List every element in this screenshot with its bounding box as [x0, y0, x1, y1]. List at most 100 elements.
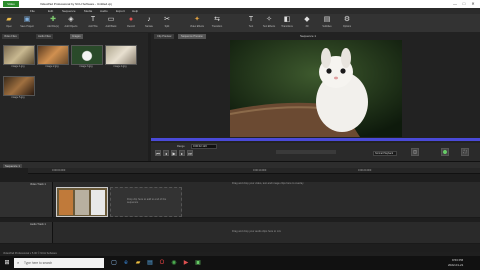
media-icon[interactable]: ▶ [182, 259, 190, 267]
timeline-scrub-bar[interactable] [151, 138, 480, 141]
text-icon: T [248, 16, 254, 23]
tab-clip-preview[interactable]: Clip Preview [154, 34, 175, 39]
tab-images[interactable]: Images [70, 34, 83, 39]
snapshot-button[interactable]: ⬤ [441, 148, 449, 156]
thumbnail-caption: image 4.jpg [113, 65, 127, 68]
add-objects-icon: ◈ [68, 16, 74, 23]
step-back-icon: ◂ [164, 151, 167, 156]
menu-file[interactable]: File [30, 9, 35, 13]
edge-icon[interactable]: e [122, 259, 130, 267]
thumbnail-caption: image 5.jpg [11, 96, 25, 99]
taskbar-search[interactable]: ⌕ Type here to search [14, 258, 104, 268]
maximize-button[interactable]: □ [461, 1, 467, 7]
transition-icon: ⇆ [214, 16, 220, 23]
add-title-button[interactable]: T Add Title [86, 15, 100, 32]
timeline-ruler[interactable]: 0:00:00.000 0:00:10.000 0:00:20.000 [28, 168, 480, 174]
menu-audio[interactable]: Audio [100, 9, 108, 13]
tab-sequence-1[interactable]: Sequence 1 [3, 164, 22, 168]
timeline-header: Sequence 1 [0, 161, 480, 168]
image-thumbnail[interactable] [37, 45, 69, 65]
audio-track-header: Audio Track 1 [0, 222, 53, 243]
menu-help[interactable]: Help [132, 9, 138, 13]
chrome-icon[interactable]: ◉ [170, 259, 178, 267]
clip-frame [91, 190, 105, 215]
store-icon[interactable]: ▤ [146, 259, 154, 267]
close-button[interactable]: ✕ [470, 1, 476, 7]
step-back-button[interactable]: ◂ [163, 150, 169, 156]
start-button[interactable]: ⊞ [3, 259, 11, 267]
transition-button[interactable]: ⇆ Transition [210, 15, 224, 32]
tab-video-files[interactable]: Video Files [2, 34, 19, 39]
text-effects-button[interactable]: ✧ Text Effects [262, 15, 276, 32]
skip-start-button[interactable]: ⏮ [155, 150, 161, 156]
clock-time: 9:53 PM [452, 258, 464, 262]
record-button[interactable]: ● Record [124, 15, 138, 32]
split-button[interactable]: ✂ Split [160, 15, 174, 32]
step-forward-button[interactable]: ▸ [179, 150, 185, 156]
playback-mode-select[interactable]: Normal Playback [373, 151, 397, 156]
blank-icon: ▭ [107, 16, 115, 23]
transitions-button[interactable]: ◧ Transitions [280, 15, 294, 32]
playback-controls: ⏮ ◂ ▶ ▸ ⏭ Range 0:00:02.123 Normal Playb… [151, 143, 480, 161]
video-effects-button[interactable]: ✦ Video Effects [190, 15, 204, 32]
menu-media[interactable]: Media [84, 9, 92, 13]
thumbnail-caption: image 1.jpg [11, 65, 25, 68]
menu-sequence[interactable]: Sequence [62, 9, 76, 13]
audio-track: Audio Track 1 Drag and drop your audio c… [0, 222, 480, 244]
file-explorer-icon[interactable]: ▰ [134, 259, 142, 267]
split-screen-button[interactable]: ◫ [411, 148, 419, 156]
rabbit-image [230, 40, 402, 137]
app-menu-button[interactable]: Video [3, 1, 19, 7]
clip-drop-zone[interactable]: Drop clip here to add to end of the sequ… [110, 187, 182, 217]
fx-icon: ✦ [194, 16, 200, 23]
image-thumbnail[interactable] [3, 76, 35, 96]
add-files-button[interactable]: ✚ Add File(s) [46, 15, 60, 32]
play-button[interactable]: ▶ [171, 150, 177, 156]
record-icon: ● [128, 16, 134, 23]
save-project-button[interactable]: ▣ Save Project [20, 15, 34, 32]
add-file-icon: ✚ [50, 16, 56, 23]
snapshot-icon: ⬤ [442, 149, 448, 154]
skip-end-button[interactable]: ⏭ [187, 150, 193, 156]
jog-slider[interactable] [276, 150, 336, 154]
step-forward-icon: ▸ [180, 151, 183, 156]
video-clip[interactable] [56, 187, 108, 217]
subtitles-icon: ▤ [323, 16, 331, 23]
opera-icon[interactable]: O [158, 259, 166, 267]
timecode-field[interactable]: 0:00:02.123 [191, 144, 217, 149]
thumbnail-caption: image 3.jpg [79, 65, 93, 68]
video-preview [230, 40, 402, 137]
skip-start-icon: ⏮ [156, 151, 160, 156]
image-thumbnail[interactable] [105, 45, 137, 65]
image-thumbnail[interactable] [71, 45, 103, 65]
menu-export[interactable]: Export [116, 9, 125, 13]
search-placeholder: Type here to search [24, 261, 53, 265]
videopad-icon[interactable]: ▣ [194, 259, 202, 267]
gear-icon: ⚙ [343, 16, 351, 23]
minimize-button[interactable]: — [452, 1, 458, 7]
add-blank-button[interactable]: ▭ Add Blank [104, 15, 118, 32]
menu-edit[interactable]: Edit [48, 9, 53, 13]
taskbar-apps: ▢ e ▰ ▤ O ◉ ▶ ▣ [108, 256, 248, 270]
3d-button[interactable]: ◆ 3D [300, 15, 314, 32]
image-thumbnail[interactable] [3, 45, 35, 65]
task-view-icon[interactable]: ▢ [110, 259, 118, 267]
ruler-tick-label: 0:00:20.000 [358, 169, 372, 172]
narrate-button[interactable]: ♪ Narrate [142, 15, 156, 32]
tab-sequence-preview[interactable]: Sequence Preview [178, 34, 206, 39]
subtitles-button[interactable]: ▤ Subtitles [320, 15, 334, 32]
text-effects-icon: ✧ [266, 16, 272, 23]
fullscreen-button[interactable]: ⛶ [461, 148, 469, 156]
transitions-icon: ◧ [283, 16, 291, 23]
options-button[interactable]: ⚙ Options [340, 15, 354, 32]
video-track: Video Track 1 Drop clip here to add to e… [0, 182, 480, 218]
tab-audio-files[interactable]: Audio Files [36, 34, 53, 39]
add-objects-button[interactable]: ◈ Add Objects [64, 15, 78, 32]
title-bar: Video VideoPad Professional by NCH Softw… [0, 0, 480, 8]
text-button[interactable]: T Text [244, 15, 258, 32]
range-label: Range [177, 145, 185, 148]
video-drop-hint: Drag and drop your video, text and image… [232, 182, 304, 185]
fullscreen-icon: ⛶ [463, 149, 467, 154]
open-button[interactable]: ▰ Open [2, 15, 16, 32]
split-icon: ✂ [164, 16, 170, 23]
